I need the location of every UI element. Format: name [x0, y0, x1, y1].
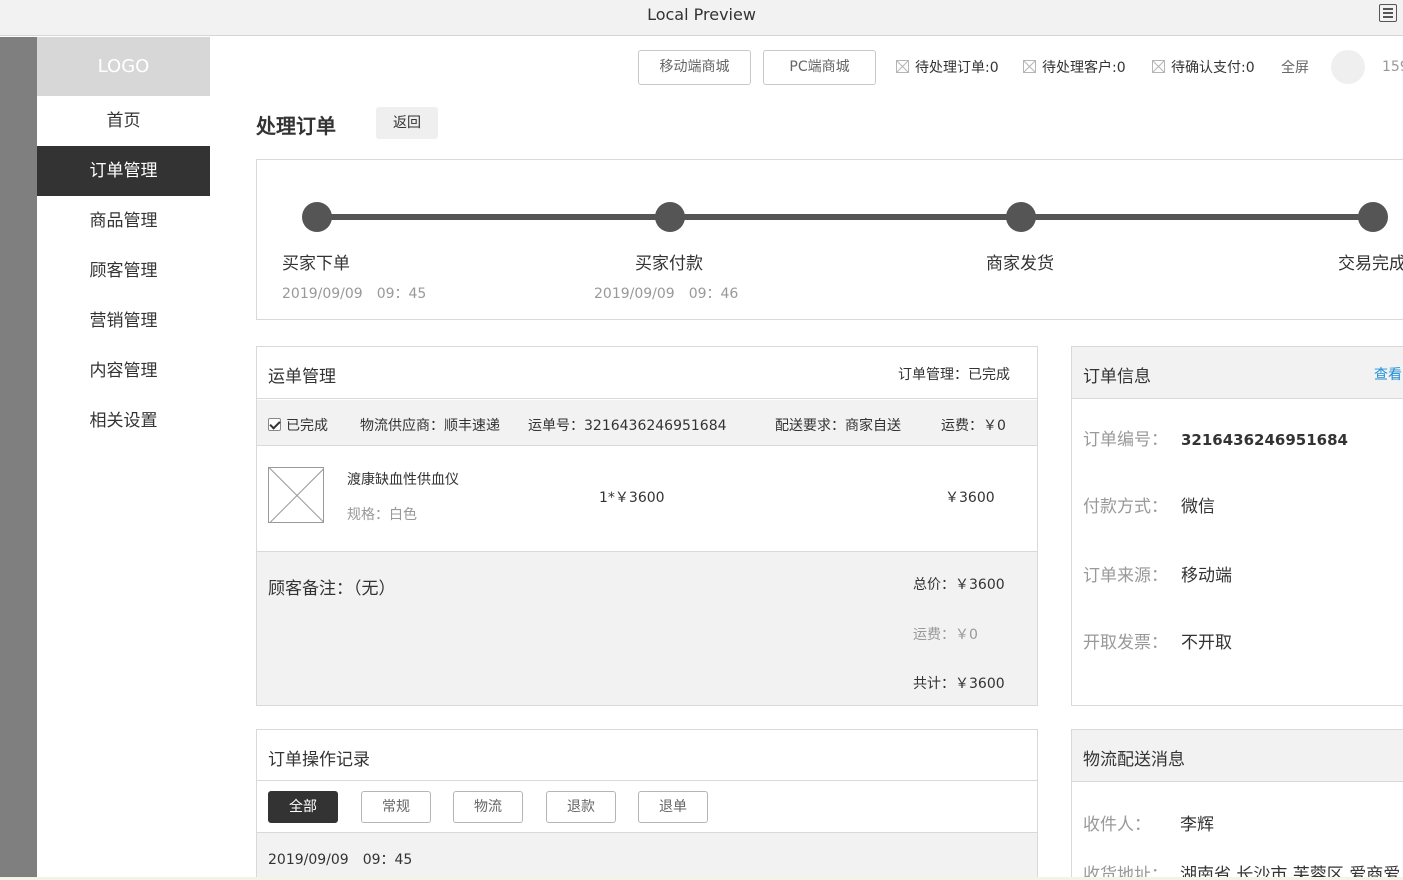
fullscreen-link[interactable]: 全屏 [1281, 59, 1309, 77]
shipping-panel-header: 运单管理 订单管理：已完成 [257, 347, 1037, 399]
order-source-row: 订单来源： 移动端 [1083, 561, 1232, 586]
log-row: 2019/09/09 09：45 [257, 832, 1037, 880]
filter-general-button[interactable]: 常规 [361, 791, 431, 823]
back-button[interactable]: 返回 [376, 107, 438, 139]
order-progress-panel [256, 159, 1403, 320]
recipient-label: 收件人： [1083, 815, 1151, 835]
logo[interactable]: LOGO [37, 37, 210, 96]
sidebar-item-products[interactable]: 商品管理 [37, 196, 210, 246]
filter-refund-button[interactable]: 退款 [546, 791, 616, 823]
pending-payments-text: 待确认支付:0 [1171, 60, 1255, 76]
order-source-value: 移动端 [1181, 566, 1232, 586]
product-amount: ￥3600 [945, 490, 995, 506]
invoice-label: 开取发票： [1083, 633, 1168, 653]
payment-method-row: 付款方式： 微信 [1083, 492, 1215, 517]
sidebar-item-marketing[interactable]: 营销管理 [37, 296, 210, 346]
payment-method-label: 付款方式： [1083, 497, 1168, 517]
product-spec: 规格：白色 [347, 507, 417, 523]
product-quantity-price: 1*￥3600 [599, 490, 665, 506]
user-number[interactable]: 159 [1382, 59, 1403, 75]
sidebar-item-content[interactable]: 内容管理 [37, 346, 210, 396]
pc-mall-button[interactable]: PC端商城 [763, 50, 876, 85]
checkbox-checked-icon[interactable] [268, 418, 281, 431]
order-log-header: 订单操作记录 [257, 730, 1037, 781]
progress-step-dot [302, 202, 332, 232]
step-label-paid: 买家付款 [635, 254, 703, 274]
image-placeholder-icon [1152, 60, 1165, 73]
order-info-header: 订单信息 查看 [1072, 347, 1403, 399]
image-placeholder-icon [896, 60, 909, 73]
filter-all-button[interactable]: 全部 [268, 791, 338, 823]
order-info-title: 订单信息 [1083, 367, 1151, 387]
shipping-info-bar: 已完成 物流供应商：顺丰速递 运单号：3216436246951684 配送要求… [257, 400, 1037, 446]
sidebar-item-customers[interactable]: 顾客管理 [37, 246, 210, 296]
order-source-label: 订单来源： [1083, 566, 1168, 586]
log-row-time: 2019/09/09 09：45 [268, 852, 413, 868]
step-time-order-placed: 2019/09/09 09：45 [282, 286, 427, 302]
logistics-panel: 物流配送消息 收件人： 李辉 收货地址： 湖南省,长沙市,芙蓉区 爱商爱 [1071, 729, 1403, 880]
sidebar-item-home[interactable]: 首页 [37, 96, 210, 146]
mobile-mall-button[interactable]: 移动端商城 [638, 50, 751, 85]
shipping-status: 订单管理：已完成 [898, 367, 1010, 383]
logistics-provider: 物流供应商：顺丰速递 [360, 418, 500, 434]
shipping-panel-title: 运单管理 [268, 367, 336, 387]
filter-logistics-button[interactable]: 物流 [453, 791, 523, 823]
completed-label: 已完成 [286, 418, 328, 434]
progress-step-dot [1358, 202, 1388, 232]
recipient-row: 收件人： 李辉 [1083, 810, 1214, 835]
sidebar-item-orders[interactable]: 订单管理 [37, 146, 210, 196]
invoice-value: 不开取 [1181, 633, 1232, 653]
step-label-shipped: 商家发货 [986, 254, 1054, 274]
pending-payments-stat[interactable]: 待确认支付:0 [1152, 59, 1255, 77]
order-number-value: 3216436246951684 [1181, 431, 1348, 449]
step-label-completed: 交易完成 [1338, 254, 1403, 274]
window-titlebar: Local Preview [0, 0, 1403, 36]
progress-track [316, 214, 1374, 220]
pending-orders-stat[interactable]: 待处理订单:0 [896, 59, 999, 77]
step-time-paid: 2019/09/09 09：46 [594, 286, 739, 302]
payment-method-value: 微信 [1181, 497, 1215, 517]
completed-checkbox[interactable]: 已完成 [268, 415, 328, 435]
product-name[interactable]: 渡康缺血性供血仪 [347, 469, 459, 489]
avatar[interactable] [1331, 50, 1365, 84]
view-link[interactable]: 查看 [1374, 364, 1402, 384]
invoice-row: 开取发票： 不开取 [1083, 628, 1232, 653]
left-gray-strip [0, 37, 37, 880]
order-number-row: 订单编号： 3216436246951684 [1083, 425, 1348, 450]
order-log-title: 订单操作记录 [268, 750, 370, 770]
total-price: 总价：￥3600 [913, 577, 1005, 593]
grand-total: 共计：￥3600 [913, 676, 1005, 692]
customer-remark: 顾客备注：（无） [268, 579, 396, 599]
pending-customers-stat[interactable]: 待处理客户:0 [1023, 59, 1126, 77]
page-title: 处理订单 [256, 114, 336, 138]
step-label-order-placed: 买家下单 [282, 254, 350, 274]
sidebar-item-settings[interactable]: 相关设置 [37, 396, 210, 446]
product-image-placeholder [268, 467, 324, 523]
progress-step-dot [1006, 202, 1036, 232]
tracking-number: 运单号：3216436246951684 [528, 418, 727, 434]
recipient-value: 李辉 [1180, 815, 1214, 835]
order-info-panel: 订单信息 查看 订单编号： 3216436246951684 付款方式： 微信 订单… [1071, 346, 1403, 706]
order-log-panel: 订单操作记录 全部 常规 物流 退款 退单 2019/09/09 09：45 [256, 729, 1038, 880]
shipping-fee: 运费：￥0 [941, 418, 1006, 434]
window-title: Local Preview [647, 5, 756, 24]
order-summary: 顾客备注：（无） 总价：￥3600 运费：￥0 共计：￥3600 [257, 551, 1037, 705]
pending-orders-text: 待处理订单:0 [915, 60, 999, 76]
logistics-title: 物流配送消息 [1083, 750, 1185, 770]
filter-return-button[interactable]: 退单 [638, 791, 708, 823]
hamburger-list-icon[interactable] [1379, 4, 1397, 22]
summary-shipping-fee: 运费：￥0 [913, 627, 978, 643]
sidebar: LOGO 首页 订单管理 商品管理 顾客管理 营销管理 内容管理 相关设置 [37, 37, 210, 880]
order-number-label: 订单编号： [1083, 430, 1168, 450]
logistics-header: 物流配送消息 [1072, 730, 1403, 782]
shipping-panel: 运单管理 订单管理：已完成 已完成 物流供应商：顺丰速递 运单号：3216436… [256, 346, 1038, 706]
image-placeholder-icon [1023, 60, 1036, 73]
delivery-requirement: 配送要求：商家自送 [775, 418, 901, 434]
pending-customers-text: 待处理客户:0 [1042, 60, 1126, 76]
progress-step-dot [655, 202, 685, 232]
